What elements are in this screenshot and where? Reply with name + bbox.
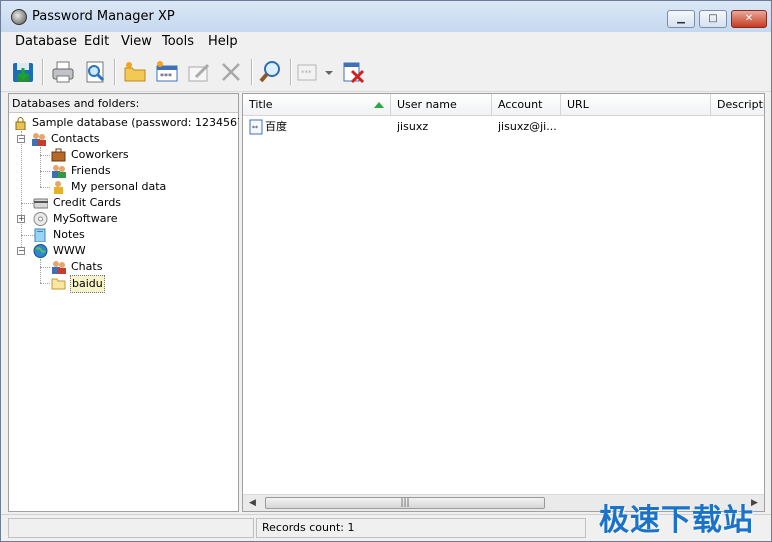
menu-tools[interactable]: Tools: [162, 34, 194, 49]
disc-icon: [33, 212, 48, 226]
contacts-icon: [31, 132, 46, 146]
cell-account: jisuxz@ji...: [498, 120, 557, 133]
tree-line: [40, 147, 41, 187]
column-header-url[interactable]: URL: [561, 94, 711, 116]
delete-icon[interactable]: [218, 59, 244, 85]
svg-text:**: **: [252, 125, 258, 132]
column-header-label: Title: [249, 98, 273, 111]
tree-item-label: baidu: [70, 275, 105, 293]
expand-toggle[interactable]: −: [17, 247, 25, 255]
records-count: Records count: 1: [256, 518, 586, 538]
tree-line: [40, 171, 50, 172]
print-preview-icon[interactable]: [82, 59, 108, 85]
lock-icon: [13, 116, 28, 131]
toolbar: *** ***: [1, 51, 771, 92]
clear-clipboard-icon[interactable]: [340, 59, 366, 85]
maximize-button[interactable]: □: [699, 10, 727, 28]
tree-line: [40, 283, 50, 284]
expand-toggle[interactable]: +: [17, 215, 25, 223]
chat-users-icon: [51, 260, 66, 274]
watermark-text: 极速下载站: [599, 503, 754, 538]
tree-root-label: Sample database (password: 12345678): [32, 116, 256, 129]
tree-item-label: MySoftware: [53, 212, 118, 225]
tree-item-label: My personal data: [71, 180, 167, 193]
friends-icon: [51, 164, 66, 178]
edit-entry-icon[interactable]: [186, 59, 212, 85]
svg-text:***: ***: [160, 72, 172, 81]
notes-icon: [33, 228, 48, 243]
globe-icon: [33, 244, 48, 258]
search-icon[interactable]: [258, 59, 284, 85]
tree-line: [40, 259, 41, 283]
column-header-title[interactable]: Title: [243, 94, 391, 116]
cell-user-name: jisuxz: [397, 120, 429, 133]
app-window: Password Manager XP ▁ □ ✕ Database Edit …: [0, 0, 772, 542]
toolbar-separator: [290, 59, 292, 85]
tree-item-label: Chats: [71, 260, 103, 273]
minimize-button[interactable]: ▁: [667, 10, 695, 28]
column-header-user-name[interactable]: User name: [391, 94, 492, 116]
folder-icon: [51, 276, 66, 290]
menu-help[interactable]: Help: [208, 34, 238, 49]
tree-line: [40, 187, 50, 188]
column-header-account[interactable]: Account: [492, 94, 561, 116]
sort-ascending-icon: [374, 102, 384, 108]
window-title: Password Manager XP: [32, 9, 175, 24]
tree-item-label: Coworkers: [71, 148, 129, 161]
toolbar-separator: [42, 59, 44, 85]
save-icon[interactable]: [10, 59, 36, 85]
folder-tree-panel[interactable]: Databases and folders: Sample database (…: [8, 93, 255, 512]
column-header-description[interactable]: Descriptic: [711, 94, 764, 116]
copy-password-icon[interactable]: ***: [295, 59, 321, 85]
column-header-label: User name: [397, 98, 457, 111]
tree-line: [40, 155, 50, 156]
status-panel-left: [8, 518, 254, 538]
toolbar-separator: [251, 59, 253, 85]
tree-item-label: Credit Cards: [53, 196, 122, 209]
tree-item-label: Contacts: [51, 132, 100, 145]
menu-edit[interactable]: Edit: [84, 34, 109, 49]
menu-database[interactable]: Database: [15, 34, 77, 49]
toolbar-separator: [114, 59, 116, 85]
credit-card-icon: [33, 196, 49, 210]
entry-list-panel[interactable]: Title User name Account URL Descriptic *…: [242, 93, 765, 512]
dropdown-arrow-icon[interactable]: [323, 59, 335, 85]
column-header-label: URL: [567, 98, 589, 111]
person-icon: [51, 180, 66, 194]
column-header-label: Account: [498, 98, 543, 111]
tree-item-label: WWW: [53, 244, 86, 257]
close-button[interactable]: ✕: [731, 10, 767, 28]
column-header-label: Descriptic: [717, 98, 764, 111]
cell-title: 百度: [265, 120, 287, 133]
cell-url: [567, 118, 707, 136]
tree-line: [40, 267, 50, 268]
tree-item-label: Notes: [53, 228, 85, 241]
new-entry-icon[interactable]: ***: [154, 59, 180, 85]
new-folder-icon[interactable]: [122, 59, 148, 85]
app-logo-icon[interactable]: [11, 9, 27, 25]
tree-line: [21, 131, 22, 251]
tree-header: Databases and folders:: [9, 94, 238, 113]
briefcase-icon: [51, 148, 66, 162]
tree-item-label: Friends: [71, 164, 111, 177]
svg-text:***: ***: [301, 69, 312, 77]
menu-bar: Database Edit View Tools Help: [1, 32, 771, 51]
title-bar[interactable]: Password Manager XP ▁ □ ✕: [1, 1, 771, 32]
scroll-left-icon[interactable]: ◀: [249, 498, 256, 508]
cell-description: [717, 118, 762, 136]
menu-view[interactable]: View: [121, 34, 152, 49]
expand-toggle[interactable]: −: [17, 135, 25, 143]
print-icon[interactable]: [50, 59, 76, 85]
scrollbar-thumb[interactable]: |||: [265, 497, 545, 509]
entry-icon: **: [249, 118, 263, 136]
